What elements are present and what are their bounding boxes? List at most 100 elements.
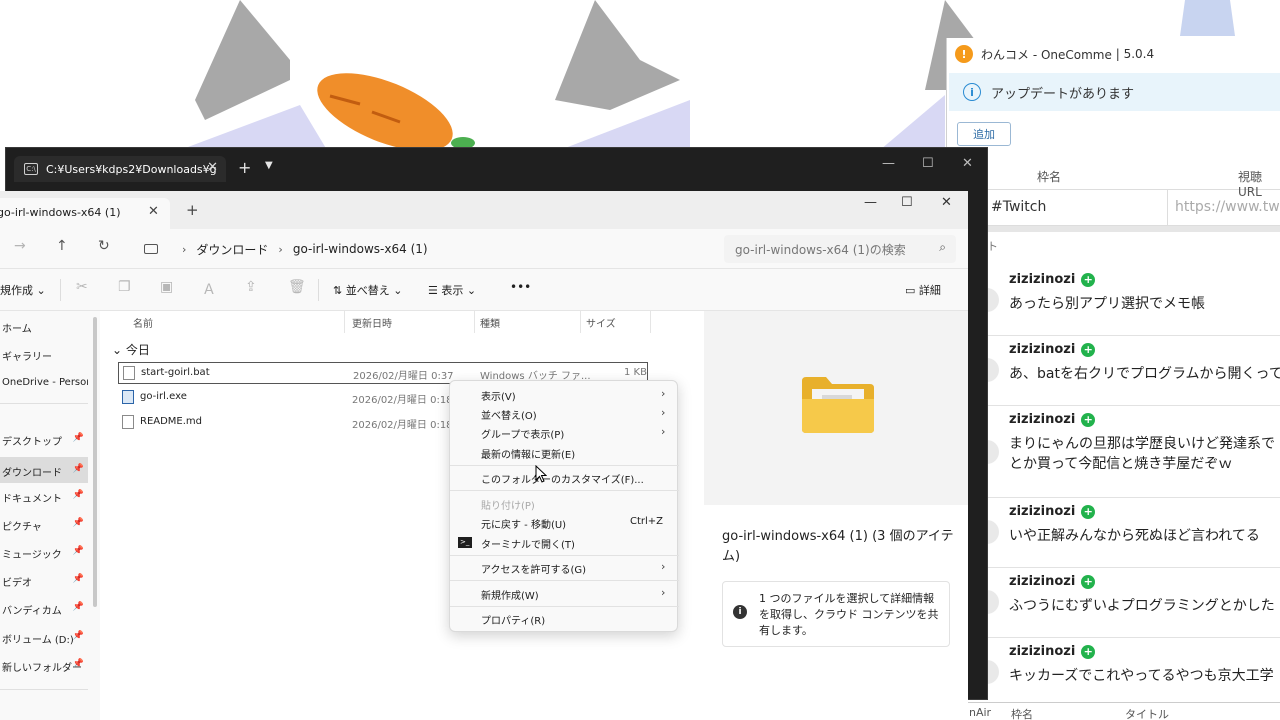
comment-text: ふつうにむずいよプログラミングとかした: [1009, 598, 1275, 614]
menu-item-refresh[interactable]: 最新の情報に更新(E): [481, 446, 575, 461]
column-header-type[interactable]: 種類: [480, 315, 500, 330]
comment-item[interactable]: zizizinozi + あ、batを右クリでプログラムから開くって: [987, 336, 1280, 406]
sidebar-item-pictures[interactable]: ピクチャ 📌: [0, 511, 88, 537]
sidebar-item-gallery[interactable]: ギャラリー: [0, 341, 88, 367]
menu-item-undo[interactable]: 元に戻す - 移動(U): [481, 516, 566, 531]
column-divider[interactable]: [650, 311, 651, 333]
breadcrumb-item[interactable]: ダウンロード: [196, 241, 268, 258]
pin-icon: 📌: [72, 546, 84, 556]
sidebar-item-onedrive[interactable]: OneDrive - Person: [0, 370, 88, 396]
stream-url[interactable]: https://www.twitch: [1175, 199, 1280, 215]
new-button[interactable]: 規作成 ⌄: [0, 282, 46, 298]
copy-icon[interactable]: ❐: [118, 279, 131, 295]
divider: [0, 689, 88, 690]
details-pane: go-irl-windows-x64 (1) (3 個のアイテム) i 1 つの…: [704, 311, 968, 720]
sidebar-item-music[interactable]: ミュージック 📌: [0, 539, 88, 565]
new-tab-icon[interactable]: +: [186, 201, 199, 219]
comment-item[interactable]: zizizinozi + キッカーズでこれやってるやつも京大工学: [987, 638, 1280, 702]
chevron-down-icon[interactable]: ▼: [265, 160, 273, 171]
comment-item[interactable]: zizizinozi + ふつうにむずいよプログラミングとかした: [987, 568, 1280, 638]
sidebar-item-videos[interactable]: ビデオ 📌: [0, 567, 88, 593]
command-bar: 規作成 ⌄ ✂ ❐ ▣ Ａ ⇪ 🗑 ⇅ 並べ替え ⌄ ☰ 表示 ⌄ ••• ▭ …: [0, 269, 968, 311]
maximize-icon[interactable]: ☐: [901, 195, 913, 210]
new-tab-icon[interactable]: +: [238, 158, 251, 177]
close-icon[interactable]: ✕: [941, 195, 952, 210]
column-divider[interactable]: [344, 311, 345, 333]
search-placeholder: go-irl-windows-x64 (1)の検索: [735, 243, 906, 257]
group-header[interactable]: ⌄ 今日: [112, 341, 150, 358]
sidebar-item-new-folder[interactable]: 新しいフォルダー 📌: [0, 652, 88, 678]
terminal-tab[interactable]: C:\ C:¥Users¥kdps2¥Downloads¥g ✕: [14, 156, 226, 182]
menu-item-group[interactable]: グループで表示(P): [481, 426, 564, 441]
menu-item-access[interactable]: アクセスを許可する(G): [481, 561, 586, 576]
menu-separator: [450, 465, 679, 466]
plus-badge-icon: +: [1081, 574, 1096, 589]
comments-section-label: ト: [987, 240, 998, 253]
sidebar-item-documents[interactable]: ドキュメント 📌: [0, 483, 88, 509]
onecomme-window: ! わんコメ - OneComme | 5.0.4 i アップデートがあります …: [946, 38, 1280, 720]
column-header-size[interactable]: サイズ: [586, 315, 616, 330]
mouse-cursor-icon: [535, 465, 547, 483]
onecomme-titlebar: ! わんコメ - OneComme | 5.0.4: [947, 38, 1280, 70]
breadcrumb[interactable]: › ダウンロード › go-irl-windows-x64 (1): [130, 236, 710, 262]
avatar: [987, 358, 999, 382]
close-tab-icon[interactable]: ✕: [207, 160, 218, 175]
view-button[interactable]: ☰ 表示 ⌄: [428, 282, 476, 298]
sort-button[interactable]: ⇅ 並べ替え ⌄: [333, 282, 402, 298]
pin-icon: 📌: [72, 659, 84, 669]
close-icon[interactable]: ✕: [962, 156, 973, 171]
paste-icon[interactable]: ▣: [160, 279, 173, 295]
minimize-icon[interactable]: —: [882, 156, 895, 171]
delete-icon[interactable]: 🗑: [288, 279, 306, 295]
plus-badge-icon: +: [1081, 644, 1096, 659]
plus-badge-icon: +: [1081, 504, 1096, 519]
forward-icon[interactable]: →: [14, 238, 26, 254]
sidebar-item-bandicam[interactable]: バンディカム 📌: [0, 595, 88, 621]
search-input[interactable]: go-irl-windows-x64 (1)の検索 ⌕: [724, 235, 956, 263]
maximize-icon[interactable]: ☐: [922, 156, 934, 171]
more-button[interactable]: •••: [510, 280, 531, 294]
sidebar-item-home[interactable]: ホーム: [0, 313, 88, 339]
menu-item-sort[interactable]: 並べ替え(O): [481, 407, 537, 422]
column-divider[interactable]: [474, 311, 475, 333]
column-header-modified[interactable]: 更新日時: [352, 315, 392, 330]
chevron-right-icon: ›: [661, 406, 666, 419]
add-button[interactable]: 追加: [957, 122, 1011, 146]
onecomme-logo-icon: !: [955, 45, 973, 63]
update-banner[interactable]: i アップデートがあります: [949, 73, 1280, 111]
section-divider: [987, 226, 1280, 232]
comment-item[interactable]: zizizinozi + いや正解みんなから死ぬほど言われてる: [987, 498, 1280, 568]
refresh-icon[interactable]: ↻: [98, 238, 110, 254]
context-menu: 表示(V) › 並べ替え(O) › グループで表示(P) › 最新の情報に更新(…: [449, 380, 679, 632]
menu-item-properties[interactable]: プロパティ(R): [481, 612, 545, 627]
rename-icon[interactable]: Ａ: [202, 279, 216, 299]
share-icon[interactable]: ⇪: [245, 279, 257, 295]
details-button[interactable]: ▭ 詳細: [905, 282, 941, 298]
divider: [318, 279, 319, 301]
menu-item-customize[interactable]: このフォルダーのカスタマイズ(F)...: [481, 471, 644, 486]
comment-item[interactable]: zizizinozi + まりにゃんの旦那は学歴良いけど発達系で とか買って今配信…: [987, 406, 1280, 498]
column-header-name[interactable]: 名前: [133, 315, 153, 330]
sidebar-item-downloads[interactable]: ダウンロード 📌: [0, 457, 88, 483]
up-icon[interactable]: ↑: [56, 238, 68, 254]
column-divider[interactable]: [580, 311, 581, 333]
menu-item-terminal[interactable]: ターミナルで開く(T): [481, 536, 575, 551]
comment-text: キッカーズでこれやってるやつも京大工学: [1009, 668, 1274, 684]
sidebar-item-volume-d[interactable]: ボリューム (D:) 📌: [0, 624, 88, 650]
document-file-icon: [122, 415, 134, 429]
close-tab-icon[interactable]: ✕: [148, 204, 159, 219]
onecomme-version: 5.0.4: [1123, 47, 1155, 61]
explorer-tab[interactable]: go-irl-windows-x64 (1) ✕: [0, 198, 170, 229]
minimize-icon[interactable]: —: [864, 195, 877, 210]
explorer-tab-title: go-irl-windows-x64 (1): [0, 206, 121, 219]
menu-item-paste[interactable]: 貼り付け(P): [481, 497, 535, 512]
scrollbar[interactable]: [93, 317, 97, 607]
menu-item-new[interactable]: 新規作成(W): [481, 587, 539, 602]
stream-name[interactable]: #Twitch: [991, 199, 1046, 215]
breadcrumb-item[interactable]: go-irl-windows-x64 (1): [293, 242, 428, 256]
cut-icon[interactable]: ✂: [76, 279, 88, 295]
comment-item[interactable]: zizizinozi + あったら別アプリ選択でメモ帳: [987, 266, 1280, 336]
sidebar-item-desktop[interactable]: デスクトップ 📌: [0, 426, 88, 452]
menu-item-view[interactable]: 表示(V): [481, 388, 516, 403]
stream-row[interactable]: #Twitch https://www.twitch: [987, 190, 1280, 226]
